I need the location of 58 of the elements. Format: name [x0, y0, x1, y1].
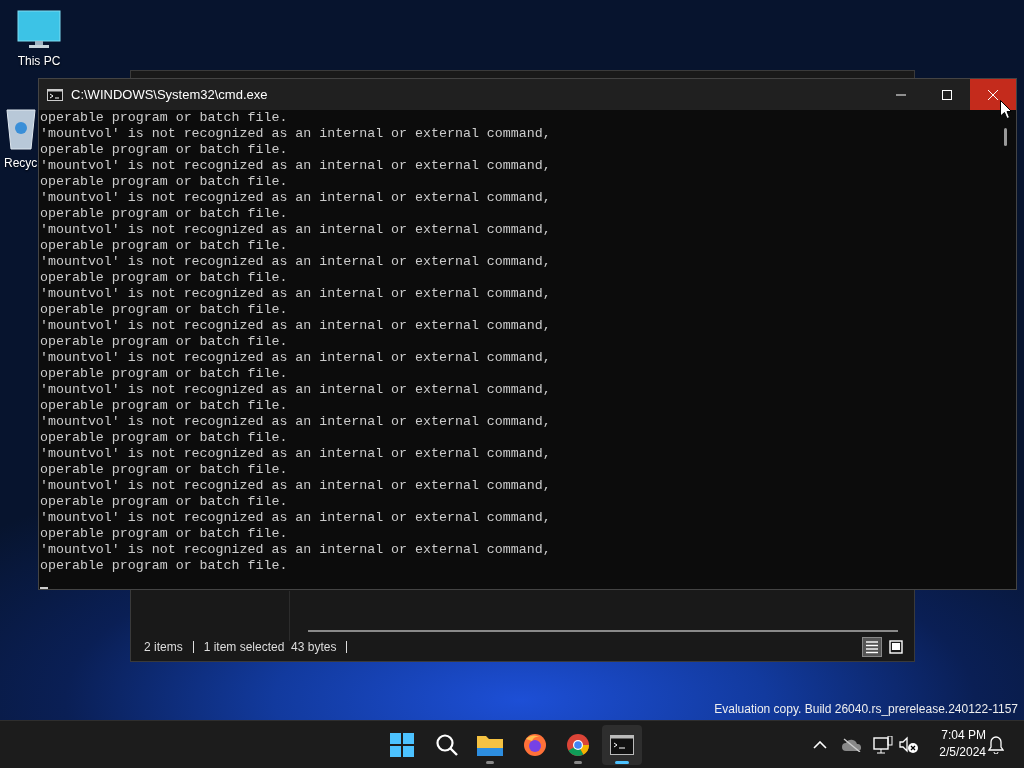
close-button[interactable] — [970, 79, 1016, 110]
console-line: 'mountvol' is not recognized as an internal or external command, — [40, 286, 551, 302]
console-icon — [47, 88, 63, 101]
icon-label: This PC — [17, 53, 61, 70]
search-icon — [435, 733, 459, 757]
console-line: 'mountvol' is not recognized as an internal or external command, — [40, 446, 551, 462]
console-line: operable program or batch file. — [40, 526, 288, 542]
console-line: operable program or batch file. — [40, 270, 288, 286]
console-line: 'mountvol' is not recognized as an internal or external command, — [40, 414, 551, 430]
console-line: 'mountvol' is not recognized as an internal or external command, — [40, 542, 551, 558]
close-icon — [988, 89, 998, 100]
mouse-pointer-icon — [1000, 100, 1012, 119]
folder-icon — [477, 734, 503, 756]
window-title: C:\WINDOWS\System32\cmd.exe — [71, 85, 268, 104]
console-line: operable program or batch file. — [40, 398, 288, 414]
clock-time[interactable]: 7:04 PM — [928, 727, 986, 744]
start-icon — [390, 733, 414, 757]
terminal-icon — [610, 735, 634, 755]
console-line: operable program or batch file. — [40, 334, 288, 350]
console-line: 'mountvol' is not recognized as an internal or external command, — [40, 126, 551, 142]
preview-view-button[interactable] — [886, 637, 906, 657]
console-line: 'mountvol' is not recognized as an internal or external command, — [40, 318, 551, 334]
clock-date[interactable]: 2/5/2024 — [928, 744, 986, 761]
maximize-icon — [942, 89, 952, 100]
firefox-icon — [523, 733, 547, 757]
build-watermark-text: Evaluation copy. Build 26040.rs_prerelease.240122-1157 — [714, 701, 1018, 718]
network-icon[interactable] — [871, 733, 895, 757]
scrollbar-thumb[interactable] — [1004, 128, 1007, 146]
console-line: 'mountvol' is not recognized as an internal or external command, — [40, 478, 551, 494]
console-line: operable program or batch file. — [40, 462, 288, 478]
console-line: operable program or batch file. — [40, 302, 288, 318]
console-line: operable program or batch file. — [40, 174, 288, 190]
console-line: operable program or batch file. — [40, 238, 288, 254]
details-view-button[interactable] — [862, 637, 882, 657]
console-line: 'mountvol' is not recognized as an internal or external command, — [40, 350, 551, 366]
console-line: operable program or batch file. — [40, 110, 288, 126]
details-view-icon — [865, 640, 879, 654]
console-line: operable program or batch file. — [40, 558, 288, 574]
text-cursor — [40, 587, 48, 589]
console-line: 'mountvol' is not recognized as an internal or external command, — [40, 158, 551, 174]
computer-icon[interactable] — [17, 10, 61, 50]
preview-view-icon — [889, 640, 903, 654]
console-line: 'mountvol' is not recognized as an internal or external command, — [40, 222, 551, 238]
console-line: operable program or batch file. — [40, 206, 288, 222]
status-text: 1 item selected 43 bytes — [203, 639, 337, 656]
console-line: operable program or batch file. — [40, 366, 288, 382]
chrome-icon — [566, 733, 590, 757]
status-text: 2 items — [144, 639, 183, 656]
terminal-button[interactable] — [602, 725, 642, 765]
icon-label: Recyc — [4, 155, 38, 172]
console-line: operable program or batch file. — [40, 430, 288, 446]
console-line: operable program or batch file. — [40, 142, 288, 158]
console-line: 'mountvol' is not recognized as an internal or external command, — [40, 190, 551, 206]
console-line: 'mountvol' is not recognized as an internal or external command, — [40, 254, 551, 270]
console-line: 'mountvol' is not recognized as an internal or external command, — [40, 382, 551, 398]
console-line: operable program or batch file. — [40, 494, 288, 510]
recycle-bin-icon[interactable] — [4, 106, 38, 150]
console-line: 'mountvol' is not recognized as an internal or external command, — [40, 510, 551, 526]
